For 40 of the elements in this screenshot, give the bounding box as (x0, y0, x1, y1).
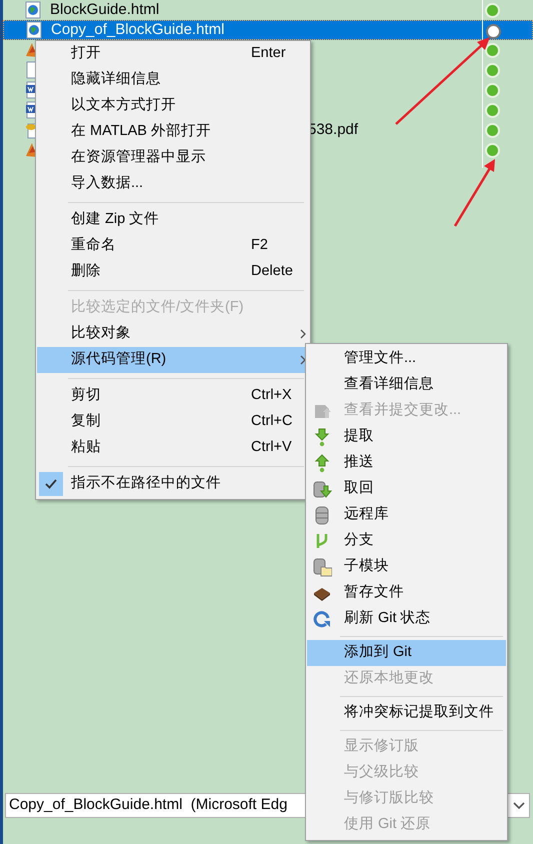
menu-item[interactable]: 管理文件... (307, 346, 506, 372)
menu-item[interactable]: 分支 (307, 528, 506, 554)
database-download-icon (313, 480, 332, 499)
file-row[interactable]: Copy_of_BlockGuide.html (3, 20, 533, 40)
menu-item[interactable]: 添加到 Git (307, 640, 506, 666)
commit-icon (313, 402, 332, 421)
menu-item[interactable]: 查看详细信息 (307, 372, 506, 398)
menu-item[interactable]: 以文本方式打开 (37, 93, 309, 119)
refresh-icon (313, 610, 332, 629)
arrow-down-icon (313, 428, 332, 447)
menu-item[interactable]: 打开 Enter (37, 41, 309, 67)
menu-item[interactable]: 粘贴 Ctrl+V (37, 435, 309, 461)
file-name[interactable]: Copy_of_BlockGuide.html (51, 18, 224, 42)
menu-item[interactable]: 将冲突标记提取到文件 (307, 700, 506, 726)
chevron-down-icon[interactable] (513, 802, 525, 810)
menu-item[interactable]: 提取 (307, 424, 506, 450)
globe-file-icon (26, 21, 42, 39)
menu-item[interactable]: 远程库 (307, 502, 506, 528)
menu-item[interactable]: 在资源管理器中显示 (37, 145, 309, 171)
globe-file-icon (25, 1, 41, 19)
annotation-arrow (454, 159, 495, 227)
menu-item[interactable]: 创建 Zip 文件 (37, 207, 309, 233)
menu-item[interactable]: 刷新 Git 状态 (307, 606, 506, 632)
menu-item[interactable]: 复制 Ctrl+C (37, 409, 309, 435)
menu-item[interactable]: 比较对象 (37, 321, 309, 347)
menu-item[interactable]: 取回 (307, 476, 506, 502)
arrow-up-icon (313, 454, 332, 473)
menu-item[interactable]: 暂存文件 (307, 580, 506, 606)
menu-item[interactable]: 删除 Delete (37, 259, 309, 285)
menu-item[interactable]: 子模块 (307, 554, 506, 580)
menu-item[interactable]: 推送 (307, 450, 506, 476)
menu-item[interactable]: 指示不在路径中的文件 (37, 471, 309, 497)
menu-item[interactable]: 在 MATLAB 外部打开 (37, 119, 309, 145)
menu-item[interactable]: 剪切 Ctrl+X (37, 383, 309, 409)
file-name[interactable]: BlockGuide.html (50, 0, 160, 22)
menu-item[interactable]: 导入数据... (37, 171, 309, 197)
database-folder-icon (313, 558, 332, 577)
menu-item[interactable]: 重命名 F2 (37, 233, 309, 259)
menu-item[interactable]: 隐藏详细信息 (37, 67, 309, 93)
file-description: Copy_of_BlockGuide.html (Microsoft Edg (8, 795, 288, 816)
